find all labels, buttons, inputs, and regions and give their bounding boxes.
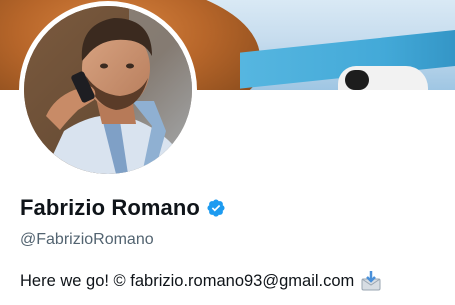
avatar-photo (24, 6, 192, 174)
bio: Here we go! © fabrizio.romano93@gmail.co… (20, 270, 382, 292)
verified-badge-icon[interactable] (206, 198, 226, 218)
banner-detail (345, 70, 369, 90)
incoming-envelope-icon (360, 270, 382, 292)
bio-text: Here we go! © fabrizio.romano93@gmail.co… (20, 271, 355, 290)
display-name: Fabrizio Romano (20, 195, 200, 220)
handle: @FabrizioRomano (20, 231, 154, 248)
name-row: Fabrizio Romano (20, 195, 226, 221)
avatar[interactable] (24, 6, 192, 174)
